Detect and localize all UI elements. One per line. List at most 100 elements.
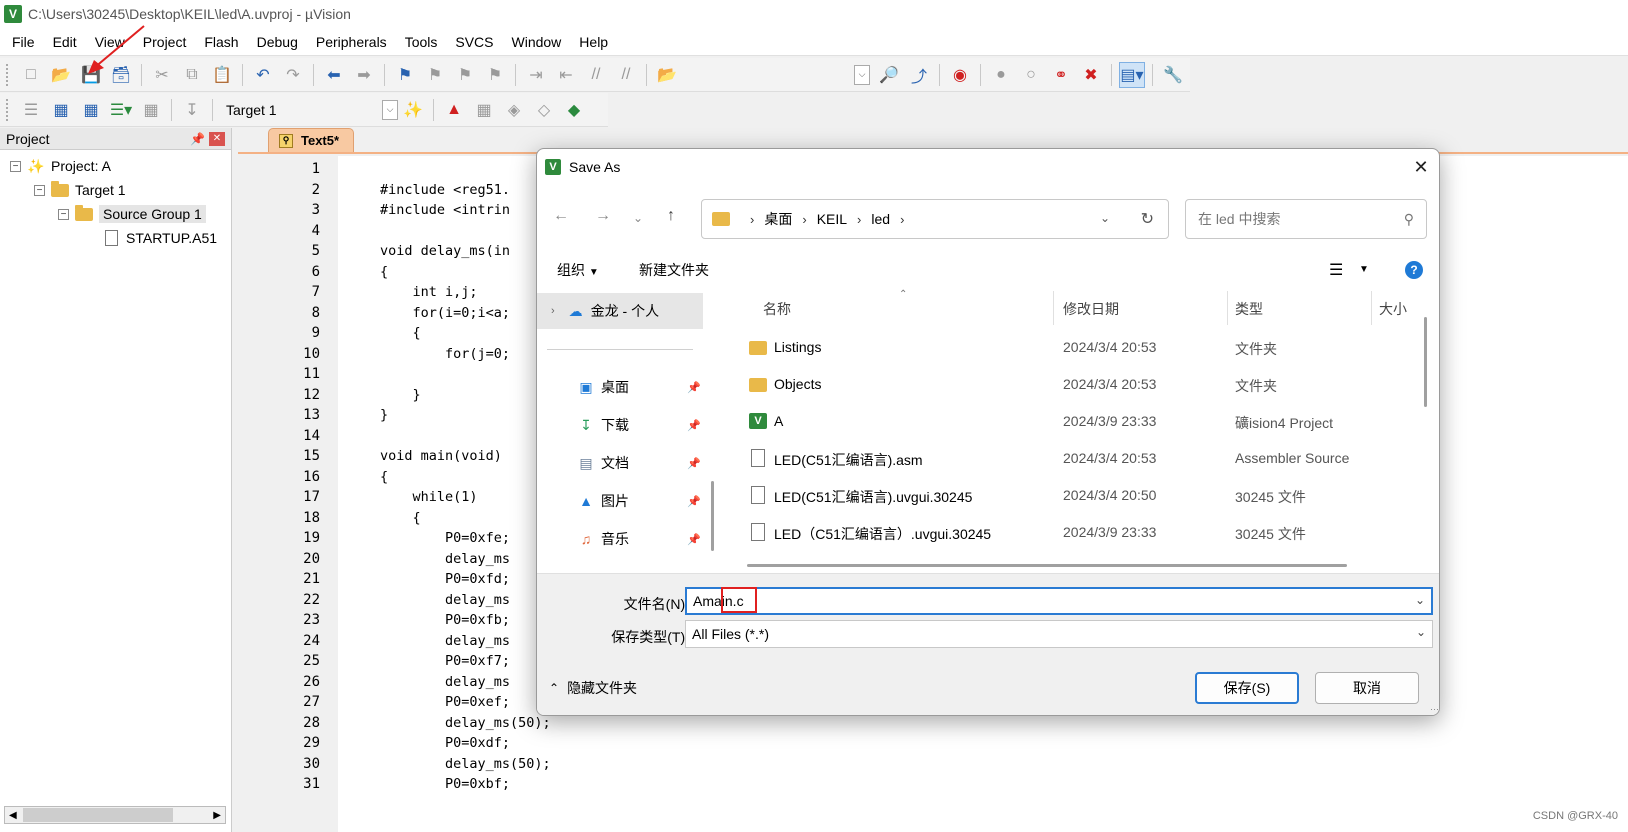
file-list-horizontal-scrollbar[interactable] (747, 564, 1347, 567)
collapse-icon[interactable]: − (34, 184, 45, 196)
breadcrumb-led[interactable]: led (871, 211, 890, 227)
target-options-icon[interactable]: ✨ (400, 97, 426, 123)
prev-bookmark-icon[interactable]: ⚑ (422, 62, 448, 88)
caret-down-icon[interactable]: ▼ (1359, 264, 1369, 275)
translate-icon[interactable]: ☰ (18, 97, 44, 123)
code-line[interactable]: delay_ms(50); (380, 754, 1628, 775)
code-line[interactable]: P0=0xbf; (380, 774, 1628, 795)
next-bookmark-icon[interactable]: ⚑ (452, 62, 478, 88)
select-packs-icon[interactable]: ▦ (471, 97, 497, 123)
file-row[interactable]: Listings 2024/3/4 20:53 文件夹 (727, 329, 1427, 366)
chevron-right-icon[interactable]: › (900, 212, 904, 227)
cancel-button[interactable]: 取消 (1315, 672, 1419, 704)
kill-breakpoints-icon[interactable]: ✖ (1078, 62, 1104, 88)
chevron-down-icon[interactable]: ⌄ (1100, 211, 1110, 225)
close-icon[interactable]: ✕ (1409, 155, 1433, 179)
file-list-vertical-scrollbar[interactable] (1424, 317, 1427, 407)
tree-item-project[interactable]: − ✨ Project: A (0, 154, 231, 178)
chevron-down-icon[interactable]: ⌄ (1415, 593, 1425, 607)
column-size[interactable]: 大小 (1379, 299, 1407, 319)
tree-item-target[interactable]: − Target 1 (0, 178, 231, 202)
breadcrumb-desktop[interactable]: 桌面 (764, 209, 792, 229)
uncomment-icon[interactable]: // (613, 62, 639, 88)
target-select[interactable]: Target 1 ⌵ (218, 99, 398, 121)
clear-bookmarks-icon[interactable]: ⚑ (482, 62, 508, 88)
nav-item-desktop[interactable]: ▣ 桌面 📌 (537, 369, 703, 405)
refresh-icon[interactable]: ↻ (1141, 209, 1154, 229)
toolbar-grip[interactable] (6, 98, 10, 121)
tree-item-file[interactable]: STARTUP.A51 (0, 226, 231, 250)
navigate-forward-icon[interactable]: ➡ (351, 62, 377, 88)
menu-edit[interactable]: Edit (44, 28, 86, 56)
search-icon[interactable]: ⚲ (1404, 211, 1414, 228)
nav-scrollbar[interactable] (711, 481, 714, 551)
forward-arrow-icon[interactable]: → (595, 207, 611, 225)
enable-breakpoint-icon[interactable]: ○ (1018, 62, 1044, 88)
nav-item-downloads[interactable]: ↧ 下载 📌 (537, 407, 703, 443)
code-line[interactable]: P0=0xdf; (380, 733, 1628, 754)
up-arrow-icon[interactable]: ↑ (667, 207, 675, 225)
search-input[interactable]: 在 led 中搜索 ⚲ (1185, 199, 1427, 239)
copy-icon[interactable]: ⧉ (179, 62, 205, 88)
column-name[interactable]: 名称 (763, 299, 791, 319)
redo-icon[interactable]: ↷ (280, 62, 306, 88)
comment-icon[interactable]: // (583, 62, 609, 88)
menu-debug[interactable]: Debug (248, 28, 307, 56)
pin-icon[interactable]: 📌 (190, 132, 205, 146)
collapse-icon[interactable]: − (10, 160, 21, 172)
collapse-icon[interactable]: − (58, 208, 69, 220)
manage-project-items-icon[interactable]: ▲ (441, 97, 467, 123)
file-row[interactable]: Objects 2024/3/4 20:53 文件夹 (727, 366, 1427, 403)
back-arrow-icon[interactable]: ← (553, 207, 569, 225)
insert-breakpoint-icon[interactable]: ● (988, 62, 1014, 88)
organize-button[interactable]: 组织 ▼ (557, 260, 599, 280)
file-row[interactable]: LED(C51汇编语言).asm 2024/3/4 20:53 Assemble… (727, 440, 1427, 477)
column-type[interactable]: 类型 (1235, 299, 1263, 319)
pin-icon[interactable]: 📌 (687, 457, 701, 470)
resize-grip-icon[interactable]: ⋯ (1430, 704, 1439, 715)
recent-locations-icon[interactable]: ⌄ (633, 211, 643, 225)
chevron-right-icon[interactable]: › (750, 212, 754, 227)
find-icon[interactable]: 🔎 (876, 62, 902, 88)
column-date[interactable]: 修改日期 (1063, 299, 1119, 319)
open-file-icon[interactable]: 📂 (48, 62, 74, 88)
menu-file[interactable]: File (0, 28, 44, 56)
paste-icon[interactable]: 📋 (209, 62, 235, 88)
build-icon[interactable]: ▦ (48, 97, 74, 123)
rebuild-icon[interactable]: ▦ (78, 97, 104, 123)
file-row[interactable]: LED（C51汇编语言）.uvgui.30245 2024/3/9 23:33 … (727, 514, 1427, 551)
chevron-right-icon[interactable]: › (857, 212, 861, 227)
menu-window[interactable]: Window (503, 28, 571, 56)
new-file-icon[interactable]: □ (18, 62, 44, 88)
bookmark-icon[interactable]: ⚑ (392, 62, 418, 88)
navigate-back-icon[interactable]: ⬅ (321, 62, 347, 88)
pack-installer-icon[interactable]: ◇ (531, 97, 557, 123)
menu-flash[interactable]: Flash (195, 28, 247, 56)
nav-item-onedrive[interactable]: › ☁ 金龙 - 个人 (537, 293, 703, 329)
find-combo-dropdown[interactable]: ⌵ (854, 64, 870, 85)
filetype-select[interactable]: All Files (*.*) ⌄ (685, 620, 1433, 648)
editor-tab[interactable]: ⚲ Text5* (268, 128, 355, 152)
configure-wrench-icon[interactable]: 🔧 (1160, 62, 1186, 88)
nav-item-music[interactable]: ♫ 音乐 📌 (537, 521, 703, 557)
menu-tools[interactable]: Tools (396, 28, 447, 56)
file-row[interactable]: LED(C51汇编语言).uvgui.30245 2024/3/4 20:50 … (727, 477, 1427, 514)
nav-item-pictures[interactable]: ▲ 图片 📌 (537, 483, 703, 519)
menu-help[interactable]: Help (570, 28, 617, 56)
download-icon[interactable]: ↧ (179, 97, 205, 123)
window-layout-icon[interactable]: ▤▾ (1119, 61, 1145, 88)
pin-icon[interactable]: 📌 (687, 381, 701, 394)
indent-icon[interactable]: ⇥ (523, 62, 549, 88)
debug-session-icon[interactable]: ◉ (947, 62, 973, 88)
pin-icon[interactable]: 📌 (687, 533, 701, 546)
chevron-down-icon[interactable]: ⌄ (1416, 625, 1426, 639)
breadcrumb-keil[interactable]: KEIL (817, 211, 847, 227)
scroll-left-icon[interactable]: ◀ (5, 810, 21, 821)
save-button[interactable]: 保存(S) (1195, 672, 1299, 704)
horizontal-scrollbar[interactable]: ◀ ▶ (4, 806, 226, 824)
column-divider[interactable] (1053, 291, 1054, 325)
chevron-down-icon[interactable]: ⌵ (382, 99, 398, 120)
filename-input[interactable]: Amain.c ⌄ (685, 587, 1433, 615)
hide-folders-toggle[interactable]: ⌃ 隐藏文件夹 (549, 678, 637, 698)
chevron-right-icon[interactable]: › (802, 212, 806, 227)
